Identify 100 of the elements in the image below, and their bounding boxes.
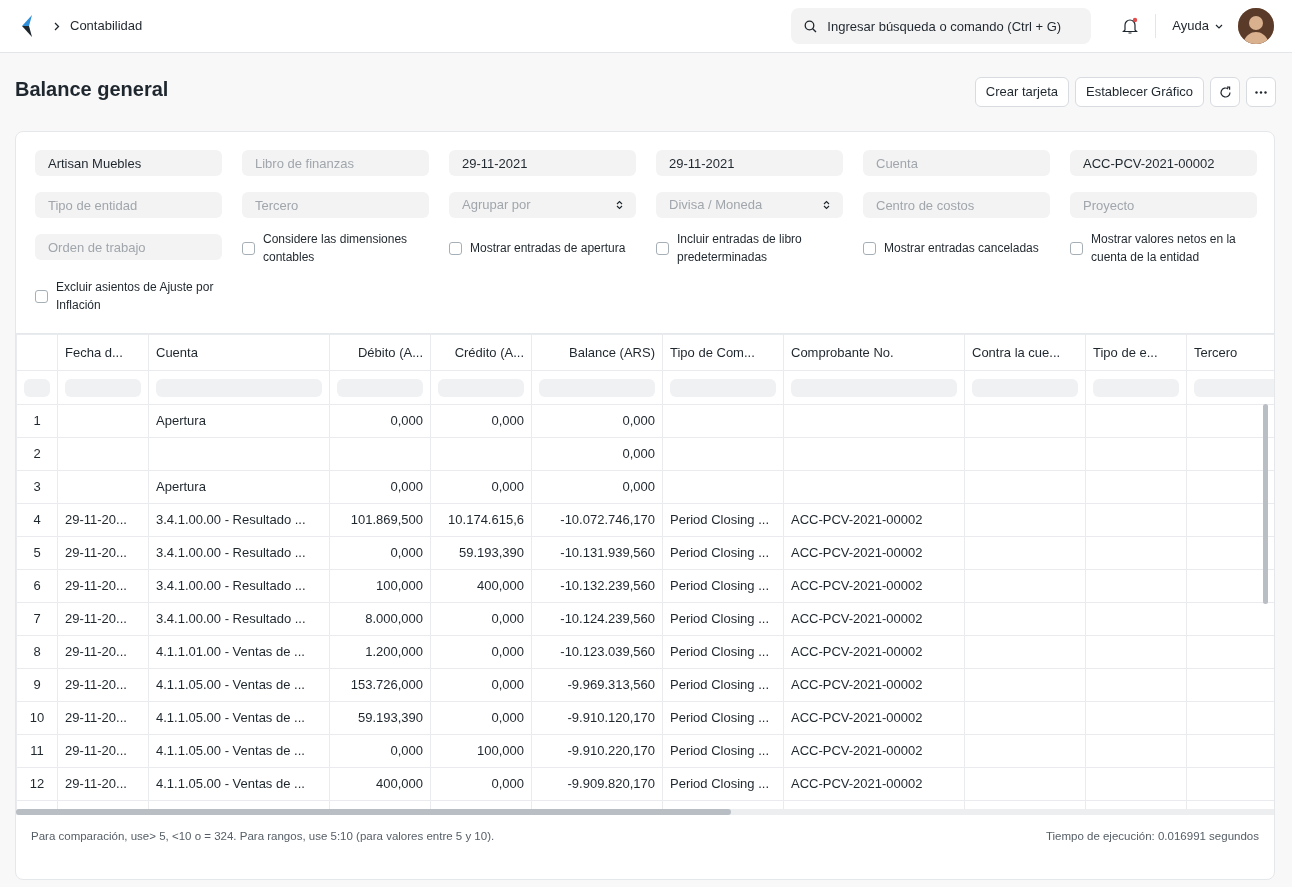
column-header[interactable]: Débito (A... xyxy=(329,334,431,371)
table-cell: Apertura xyxy=(156,413,206,429)
filter-field[interactable]: Tercero xyxy=(242,192,429,218)
table-cell: -10.131.939,560 xyxy=(560,545,655,561)
table-cell: ACC-PCV-2021-00002 xyxy=(791,743,923,759)
table-cell: 3.4.1.00.00 - Resultado ... xyxy=(156,611,306,627)
column-filter-field[interactable] xyxy=(1194,378,1274,397)
user-avatar[interactable] xyxy=(1238,8,1274,44)
create-card-button[interactable]: Crear tarjeta xyxy=(974,77,1070,107)
row-number: 12 xyxy=(16,767,58,801)
notification-bell-icon[interactable] xyxy=(1121,17,1140,35)
column-header[interactable]: Crédito (A... xyxy=(430,334,532,371)
table-cell: 0,000 xyxy=(622,413,655,429)
table-cell: 0,000 xyxy=(390,743,423,759)
table-cell: 400,000 xyxy=(376,776,423,792)
checkbox[interactable] xyxy=(242,241,255,255)
table-cell: -10.132.239,560 xyxy=(560,578,655,594)
filter-field[interactable]: Centro de costos xyxy=(863,192,1050,218)
table-cell: 0,000 xyxy=(491,413,524,429)
table-cell: ACC-PCV-2021-00002 xyxy=(791,776,923,792)
filter-field[interactable]: Cuenta xyxy=(863,150,1050,176)
column-header[interactable]: Fecha d... xyxy=(57,334,149,371)
table-cell: 4.1.1.05.00 - Ventas de ... xyxy=(156,710,305,726)
vertical-scrollbar[interactable] xyxy=(1263,404,1268,604)
table-cell: ACC-PCV-2021-00002 xyxy=(791,578,923,594)
table-cell: 3.4.1.00.00 - Resultado ... xyxy=(156,545,306,561)
table-cell: 8.000,000 xyxy=(365,611,423,627)
row-number: 6 xyxy=(16,569,58,603)
table-cell: 4.1.1.05.00 - Ventas de ... xyxy=(156,743,305,759)
column-header[interactable]: Tipo de e... xyxy=(1085,334,1187,371)
column-header[interactable]: Tercero xyxy=(1186,334,1274,371)
checkbox-label: Considere las dimensiones contables xyxy=(263,231,409,266)
table-cell: -10.072.746,170 xyxy=(560,512,655,528)
table-cell: 101.869,500 xyxy=(350,512,423,528)
column-header[interactable]: Tipo de Com... xyxy=(662,334,784,371)
more-button[interactable] xyxy=(1246,77,1276,107)
row-number: 5 xyxy=(16,536,58,570)
column-header[interactable]: Balance (ARS) xyxy=(531,334,663,371)
table-cell: Period Closing ... xyxy=(670,776,769,792)
table-cell: 29-11-20... xyxy=(65,743,127,759)
checkbox[interactable] xyxy=(656,241,669,255)
table-cell: Period Closing ... xyxy=(670,644,769,660)
page-title: Balance general xyxy=(15,77,169,101)
search-field[interactable]: Ingresar búsqueda o comando (Ctrl + G) xyxy=(791,8,1092,44)
help-menu-button[interactable]: Ayuda xyxy=(1171,15,1224,37)
checkbox[interactable] xyxy=(1070,241,1083,255)
checkbox[interactable] xyxy=(449,241,462,255)
filter-field[interactable]: Artisan Muebles xyxy=(35,150,222,176)
table-cell: -9.909.820,170 xyxy=(567,776,655,792)
table-cell: 29-11-20... xyxy=(65,611,127,627)
checkbox-label: Mostrar entradas de apertura xyxy=(470,240,626,257)
table-cell: 0,000 xyxy=(622,446,655,462)
table-cell: -9.910.220,170 xyxy=(567,743,655,759)
table-cell: 0,000 xyxy=(390,413,423,429)
table-cell: 4.1.1.05.00 - Ventas de ... xyxy=(156,776,305,792)
filter-field[interactable]: 29-11-2021 xyxy=(449,150,636,176)
column-header[interactable]: Comprobante No. xyxy=(783,334,965,371)
row-number: 3 xyxy=(16,470,58,504)
column-header[interactable]: Cuenta xyxy=(148,334,330,371)
table-cell: Period Closing ... xyxy=(670,611,769,627)
caret-icon xyxy=(1215,23,1223,29)
set-chart-button[interactable]: Establecer Gráfico xyxy=(1075,77,1204,107)
table-cell: 0,000 xyxy=(491,677,524,693)
table-cell: ACC-PCV-2021-00002 xyxy=(791,512,923,528)
row-number: 7 xyxy=(16,602,58,636)
table-cell: 4.1.1.05.00 - Ventas de ... xyxy=(156,677,305,693)
horizontal-scrollbar[interactable] xyxy=(16,809,731,815)
table-cell: -9.910.120,170 xyxy=(567,710,655,726)
table-cell: Apertura xyxy=(156,479,206,495)
table-cell: ACC-PCV-2021-00002 xyxy=(791,545,923,561)
checkbox[interactable] xyxy=(35,289,48,303)
table-cell: 0,000 xyxy=(390,479,423,495)
filter-field[interactable]: Proyecto xyxy=(1070,192,1257,218)
row-number: 8 xyxy=(16,635,58,669)
checkbox-label: Incluir entradas de libro predeterminadas xyxy=(677,231,803,266)
filter-field[interactable]: Tipo de entidad xyxy=(35,192,222,218)
table-cell: 0,000 xyxy=(390,545,423,561)
table-cell: 29-11-20... xyxy=(65,578,127,594)
filter-field[interactable]: ACC-PCV-2021-00002 xyxy=(1070,150,1257,176)
column-header[interactable]: Contra la cue... xyxy=(964,334,1086,371)
checkbox-label: Mostrar valores netos en la cuenta de la entidad xyxy=(1091,231,1237,266)
table-cell: 3.4.1.00.00 - Resultado ... xyxy=(156,512,306,528)
table-cell: ACC-PCV-2021-00002 xyxy=(791,677,923,693)
execution-time: Tiempo de ejecución: 0.016991 segundos xyxy=(1045,829,1259,844)
table-cell: 0,000 xyxy=(491,710,524,726)
row-number: 4 xyxy=(16,503,58,537)
table-cell: 29-11-20... xyxy=(65,644,127,660)
table-cell: 29-11-20... xyxy=(65,776,127,792)
filter-field[interactable]: Orden de trabajo xyxy=(35,234,222,260)
row-number: 2 xyxy=(16,437,58,471)
app-logo-icon[interactable] xyxy=(20,14,34,38)
row-number: 11 xyxy=(16,734,58,768)
table-cell: Period Closing ... xyxy=(670,512,769,528)
table-cell: -10.124.239,560 xyxy=(560,611,655,627)
filter-field[interactable]: Libro de finanzas xyxy=(242,150,429,176)
filter-field[interactable]: 29-11-2021 xyxy=(656,150,843,176)
table-cell: 29-11-20... xyxy=(65,545,127,561)
checkbox[interactable] xyxy=(863,241,876,255)
breadcrumb-link[interactable]: Contabilidad xyxy=(70,16,143,36)
refresh-button[interactable] xyxy=(1210,77,1240,107)
